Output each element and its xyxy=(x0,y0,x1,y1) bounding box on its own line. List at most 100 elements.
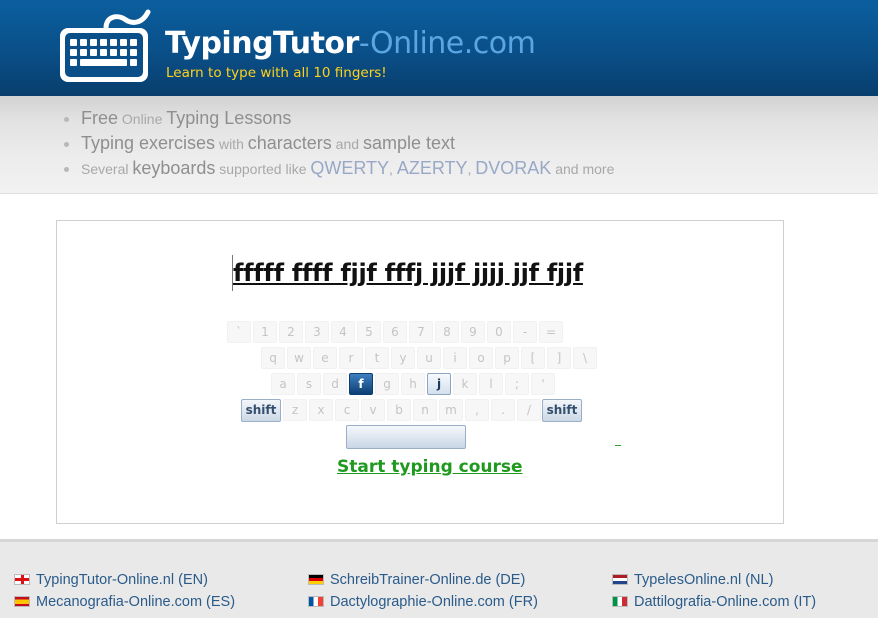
flag-it-icon xyxy=(612,595,628,607)
keyboard-key[interactable]: 8 xyxy=(435,321,459,343)
keyboard-key[interactable]: c xyxy=(335,399,359,421)
feature-text: Typing Lessons xyxy=(166,108,292,128)
spacebar-key[interactable] xyxy=(346,425,466,449)
keyboard-key[interactable]: / xyxy=(517,399,541,421)
keyboard-key[interactable]: v xyxy=(361,399,385,421)
keyboard-key[interactable]: = xyxy=(539,321,563,343)
keyboard-key[interactable]: h xyxy=(401,373,425,395)
exercise-text[interactable]: fffff ffff fjjf fffj jjjf jjjj jjf fjjf xyxy=(233,259,583,287)
keyboard-key[interactable]: l xyxy=(479,373,503,395)
flag-fr-icon xyxy=(308,595,324,607)
keyboard-key[interactable]: . xyxy=(491,399,515,421)
keyboard-key[interactable]: b xyxy=(387,399,411,421)
keyboard-key[interactable]: ; xyxy=(505,373,529,395)
keyboard-key[interactable]: k xyxy=(453,373,477,395)
keyboard-key[interactable]: z xyxy=(283,399,307,421)
feature-item: Typing exercises with characters and sam… xyxy=(64,131,614,156)
keyboard-key[interactable]: 9 xyxy=(461,321,485,343)
keyboard-key[interactable]: 6 xyxy=(383,321,407,343)
small-link[interactable] xyxy=(615,445,621,446)
flag-de-icon xyxy=(308,573,324,585)
feature-text: Typing exercises xyxy=(81,133,216,153)
footer-link-label: Dattilografia-Online.com (IT) xyxy=(634,594,817,610)
keyboard-key[interactable]: r xyxy=(339,347,363,369)
keyboard-key[interactable]: m xyxy=(439,399,463,421)
feature-text: sample text xyxy=(362,133,455,153)
feature-text: characters xyxy=(247,133,332,153)
keyboard-key[interactable]: g xyxy=(375,373,399,395)
footer-link-label: Dactylographie-Online.com (FR) xyxy=(330,594,538,610)
feature-text: , xyxy=(389,161,397,177)
feature-text: with xyxy=(215,136,248,152)
footer-link-label: TypelesOnline.nl (NL) xyxy=(634,572,774,588)
keyboard-key[interactable]: n xyxy=(413,399,437,421)
feature-item: Several keyboards supported like QWERTY,… xyxy=(64,156,614,181)
flag-en-icon xyxy=(14,573,30,585)
keyboard-key[interactable]: t xyxy=(365,347,389,369)
keyboard-key[interactable]: f xyxy=(349,373,373,395)
feature-text: keyboards xyxy=(132,158,216,178)
footer-link-fr[interactable]: Dactylographie-Online.com (FR) xyxy=(308,594,538,610)
typing-panel: fffff ffff fjjf fffj jjjf jjjj jjf fjjf … xyxy=(56,220,784,524)
brand-suffix: Online.com xyxy=(370,26,536,61)
site-header: TypingTutor-Online.com Learn to type wit… xyxy=(0,0,878,96)
keyboard-key[interactable]: \ xyxy=(573,347,597,369)
footer-link-en[interactable]: TypingTutor-Online.nl (EN) xyxy=(14,572,208,588)
keyboard-key[interactable]: p xyxy=(495,347,519,369)
keyboard-key[interactable]: , xyxy=(465,399,489,421)
keyboard-key[interactable]: 5 xyxy=(357,321,381,343)
feature-text: and xyxy=(331,136,363,152)
keyboard-key[interactable]: ' xyxy=(531,373,555,395)
footer-link-label: Mecanografia-Online.com (ES) xyxy=(36,594,236,610)
bullet-icon xyxy=(64,141,69,147)
feature-item: Free Online Typing Lessons xyxy=(64,106,614,131)
keyboard-key[interactable]: 1 xyxy=(253,321,277,343)
keyboard-key[interactable]: y xyxy=(391,347,415,369)
keyboard-key[interactable]: i xyxy=(443,347,467,369)
keyboard-key[interactable]: [ xyxy=(521,347,545,369)
brand-main: TypingTutor xyxy=(165,26,359,61)
keyboard-key[interactable]: o xyxy=(469,347,493,369)
left-shift-key[interactable]: shift xyxy=(241,399,281,422)
feature-text: AZERTY xyxy=(396,158,468,178)
keyboard-key[interactable]: - xyxy=(513,321,537,343)
features-band: Free Online Typing Lessons Typing exercis… xyxy=(0,96,878,194)
footer-link-de[interactable]: SchreibTrainer-Online.de (DE) xyxy=(308,572,525,588)
site-footer: TypingTutor-Online.nl (EN) SchreibTrainer… xyxy=(0,539,878,618)
feature-text: and more xyxy=(551,161,615,177)
keyboard-key[interactable]: w xyxy=(287,347,311,369)
footer-link-nl[interactable]: TypelesOnline.nl (NL) xyxy=(612,572,773,588)
footer-link-label: TypingTutor-Online.nl (EN) xyxy=(36,572,208,588)
keyboard-key[interactable]: j xyxy=(427,373,451,395)
flag-es-icon xyxy=(14,595,30,607)
keyboard-key[interactable]: 2 xyxy=(279,321,303,343)
flag-nl-icon xyxy=(612,573,628,585)
feature-text: QWERTY xyxy=(310,158,390,178)
footer-link-es[interactable]: Mecanografia-Online.com (ES) xyxy=(14,594,235,610)
site-tagline: Learn to type with all 10 fingers! xyxy=(166,65,387,81)
keyboard-key[interactable]: ` xyxy=(227,321,251,343)
site-logo-title[interactable]: TypingTutor-Online.com xyxy=(165,26,536,61)
keyboard-key[interactable]: s xyxy=(297,373,321,395)
keyboard-key[interactable]: 4 xyxy=(331,321,355,343)
keyboard-key[interactable]: 7 xyxy=(409,321,433,343)
keyboard-key[interactable]: 3 xyxy=(305,321,329,343)
keyboard-key[interactable]: d xyxy=(323,373,347,395)
keyboard-key[interactable]: u xyxy=(417,347,441,369)
keyboard-key[interactable]: 0 xyxy=(487,321,511,343)
keyboard-key[interactable]: x xyxy=(309,399,333,421)
keyboard-icon[interactable] xyxy=(56,6,152,86)
feature-text: DVORAK xyxy=(475,158,552,178)
keyboard-key[interactable]: ] xyxy=(547,347,571,369)
keyboard-key[interactable]: e xyxy=(313,347,337,369)
keyboard-key[interactable]: a xyxy=(271,373,295,395)
feature-text: Several xyxy=(81,161,133,177)
keyboard-key[interactable]: q xyxy=(261,347,285,369)
features-list: Free Online Typing Lessons Typing exercis… xyxy=(64,106,614,181)
bullet-icon xyxy=(64,166,69,172)
footer-link-it[interactable]: Dattilografia-Online.com (IT) xyxy=(612,594,816,610)
start-typing-course-link[interactable]: Start typing course xyxy=(337,457,523,477)
feature-text: Online xyxy=(118,111,167,127)
right-shift-key[interactable]: shift xyxy=(542,399,582,422)
feature-text: supported like xyxy=(215,161,311,177)
